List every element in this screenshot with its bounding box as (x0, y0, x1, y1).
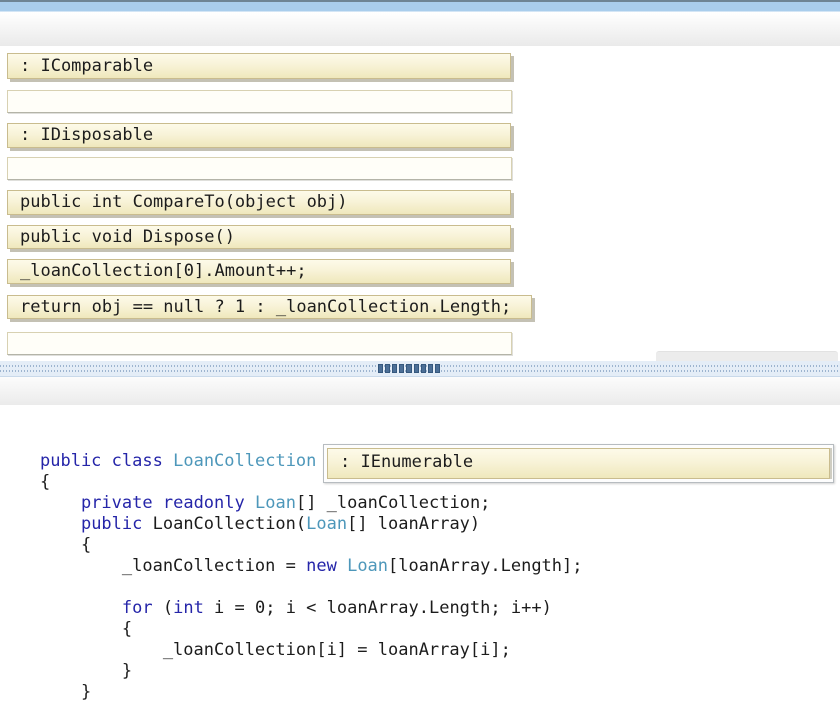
code-type-name: Loan (255, 493, 296, 513)
code-snippet-draggable[interactable]: public int CompareTo(object obj) (7, 190, 511, 215)
code-text: { (40, 619, 132, 639)
code-line: } (40, 661, 583, 682)
code-line: _loanCollection[i] = loanArray[i]; (40, 640, 583, 661)
code-text: ( (153, 598, 173, 618)
code-keyword: new (306, 556, 337, 576)
code-line: _loanCollection = new Loan[loanArray.Len… (40, 556, 583, 577)
grip-dot (392, 364, 397, 373)
code-keyword: public (40, 451, 101, 471)
grip-dot (435, 364, 440, 373)
grip-dot (378, 364, 383, 373)
grip-dot (406, 364, 411, 373)
code-snippet-draggable[interactable]: public void Dispose() (7, 225, 511, 249)
code-text: { (40, 535, 91, 555)
code-snippet-draggable[interactable]: : IComparable (7, 53, 511, 79)
code-snippet-draggable[interactable]: _loanCollection[0].Amount++; (7, 259, 511, 284)
empty-drop-slot[interactable] (7, 332, 512, 355)
code-type-name: Loan (306, 514, 347, 534)
code-text (101, 451, 111, 471)
code-keyword: class (112, 451, 163, 471)
drag-drop-code-exercise: { "colors": { "header_blue": "#a9cdec", … (0, 0, 840, 713)
code-text: [] loanArray) (347, 514, 480, 534)
code-text (40, 493, 81, 513)
splitter-bar[interactable] (0, 361, 840, 377)
code-line: private readonly Loan[] _loanCollection; (40, 493, 583, 514)
code-keyword: readonly (163, 493, 245, 513)
code-text: _loanCollection = (40, 556, 306, 576)
code-editor-panel: public class LoanCollection { private rea… (40, 451, 583, 703)
code-type-name: Loan (347, 556, 388, 576)
code-text (40, 514, 81, 534)
code-line: } (40, 682, 583, 703)
code-line: { (40, 619, 583, 640)
code-text: } (40, 682, 91, 702)
grip-dot (385, 364, 390, 373)
code-line: for (int i = 0; i < loanArray.Length; i+… (40, 598, 583, 619)
code-keyword: private (81, 493, 153, 513)
code-snippet-draggable[interactable]: : IDisposable (7, 123, 511, 148)
code-text: _loanCollection[i] = loanArray[i]; (40, 640, 511, 660)
header-blue-bar (0, 2, 840, 12)
code-panel-gradient-band (0, 377, 840, 405)
code-line: { (40, 535, 583, 556)
code-text: LoanCollection( (142, 514, 306, 534)
code-text: { (40, 472, 50, 492)
empty-drop-slot[interactable] (7, 157, 512, 180)
grip-dot (421, 364, 426, 373)
code-text: i = 0; i < loanArray.Length; i++) (204, 598, 552, 618)
code-snippet-draggable[interactable]: return obj == null ? 1 : _loanCollection… (7, 295, 532, 319)
code-text (337, 556, 347, 576)
code-text: } (40, 661, 132, 681)
code-text (163, 451, 173, 471)
splitter-grip[interactable] (378, 364, 440, 373)
panel-scroll-edge (656, 351, 838, 361)
code-text: [] _loanCollection; (296, 493, 490, 513)
code-keyword: for (122, 598, 153, 618)
code-text (245, 493, 255, 513)
code-snippet-draggable[interactable]: : IEnumerable (327, 448, 830, 479)
grip-dot (428, 364, 433, 373)
header-gradient-band (0, 12, 840, 46)
grip-dot (414, 364, 419, 373)
code-text (153, 493, 163, 513)
grip-dot (399, 364, 404, 373)
code-text (40, 598, 122, 618)
code-type-name: LoanCollection (173, 451, 316, 471)
class-interface-drop-slot[interactable]: : IEnumerable (323, 444, 834, 483)
code-line: public LoanCollection(Loan[] loanArray) (40, 514, 583, 535)
code-line (40, 577, 583, 598)
code-keyword: int (173, 598, 204, 618)
empty-drop-slot[interactable] (7, 90, 512, 113)
code-text: [loanArray.Length]; (388, 556, 582, 576)
code-keyword: public (81, 514, 142, 534)
